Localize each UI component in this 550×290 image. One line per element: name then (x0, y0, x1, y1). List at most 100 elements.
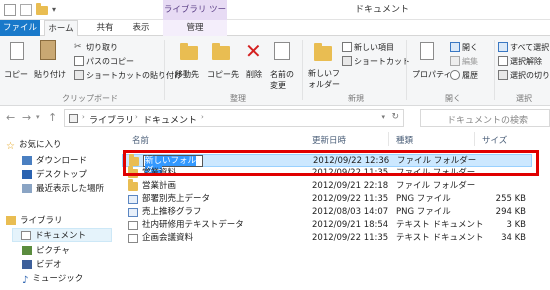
edit-button[interactable]: 編集 (462, 56, 478, 67)
nav-libraries[interactable]: ライブラリ (6, 214, 63, 228)
new-folder-button-icon (314, 43, 332, 61)
table-row[interactable]: 売上推移グラフ 2012/08/03 14:07 PNG ファイル 294 KB (122, 206, 532, 219)
navigation-pane: ☆ お気に入り ダウンロード デスクトップ 最近表示した場所 ライブラリ ドキュメ… (0, 130, 118, 290)
history-icon (450, 70, 460, 80)
cell-modified: 2012/09/21 22:18 (312, 181, 389, 191)
text-file-icon (128, 234, 138, 243)
music-icon: ♪ (22, 275, 29, 286)
open-icon (450, 42, 460, 52)
open-button[interactable]: 開く (462, 42, 478, 53)
scissors-icon: ✂ (74, 42, 82, 52)
nav-pictures[interactable]: ピクチャ (22, 244, 70, 258)
copy-path-button[interactable]: パスのコピー (86, 56, 134, 67)
column-header-modified[interactable]: 更新日時 (312, 134, 346, 146)
select-all-icon (498, 42, 508, 52)
paste-icon (40, 40, 56, 60)
address-dropdown-icon[interactable]: ▾ (381, 113, 385, 121)
new-item-button[interactable]: 新しい項目 (354, 42, 394, 53)
text-file-icon (128, 221, 138, 230)
ribbon-tabs: ファイル ホーム 共有 表示 管理 (0, 20, 550, 37)
library-icon (6, 216, 16, 225)
back-icon[interactable]: ← (6, 111, 15, 124)
videos-icon (22, 260, 32, 269)
column-header-type[interactable]: 種類 (396, 134, 413, 146)
chevron-down-icon[interactable]: ▾ (52, 4, 64, 16)
paste-shortcut-button[interactable]: ショートカットの貼り付け (86, 70, 182, 81)
table-row[interactable]: 企画会議資料 2012/09/22 11:35 テキスト ドキュメント 34 KB (122, 232, 532, 245)
nav-desktop[interactable]: デスクトップ (22, 168, 87, 182)
move-to-icon (180, 43, 198, 60)
copy-to-icon (212, 43, 230, 60)
table-row[interactable]: 部署別売上データ 2012/09/22 11:35 PNG ファイル 255 KB (122, 193, 532, 206)
tab-view[interactable]: 表示 (126, 20, 156, 36)
recent-places-icon (22, 184, 32, 193)
delete-button[interactable]: 削除 (246, 69, 262, 80)
search-input[interactable]: ドキュメントの検索 (420, 109, 550, 127)
select-all-button[interactable]: すべて選択 (510, 42, 549, 53)
invert-selection-button[interactable]: 選択の切り (510, 70, 550, 81)
new-folder-icon[interactable] (36, 3, 48, 15)
download-icon (22, 156, 32, 165)
breadcrumb-libraries[interactable]: ライブラリ (89, 113, 134, 126)
select-none-button[interactable]: 選択解除 (510, 56, 542, 67)
pictures-icon (22, 246, 32, 255)
nav-documents[interactable]: ドキュメント (12, 228, 112, 242)
copy-icon (10, 42, 24, 60)
column-header-name[interactable]: 名前 (132, 134, 149, 146)
tab-file[interactable]: ファイル (0, 20, 40, 36)
up-icon[interactable]: ↑ (48, 111, 57, 124)
open-group-label: 開く (445, 94, 461, 103)
nav-downloads[interactable]: ダウンロード (22, 154, 87, 168)
move-to-button[interactable]: 移動先 (175, 69, 199, 80)
paste-button[interactable]: 貼り付け (34, 69, 66, 80)
properties-icon[interactable] (20, 4, 32, 16)
forward-icon[interactable]: → (22, 111, 31, 124)
cell-type: PNG ファイル (396, 194, 451, 204)
folder-icon (128, 179, 138, 191)
image-icon (128, 208, 138, 217)
recent-dropdown-icon[interactable]: ▾ (36, 113, 40, 121)
copy-button[interactable]: コピー (4, 69, 28, 80)
history-button[interactable]: 履歴 (462, 70, 478, 81)
properties-button-icon (420, 42, 434, 60)
new-folder-button[interactable]: 新しいフォルダー (308, 68, 344, 90)
tab-manage[interactable]: 管理 (163, 20, 227, 36)
select-group-label: 選択 (516, 94, 532, 103)
desktop-icon (22, 170, 32, 179)
shortcut-button[interactable]: ショートカット (354, 56, 410, 67)
highlight-annotation (123, 150, 539, 176)
cell-type: テキスト ドキュメント (396, 220, 484, 230)
nav-favorites[interactable]: ☆ お気に入り (6, 138, 61, 152)
cell-type: ファイル フォルダー (396, 181, 476, 191)
search-placeholder: ドキュメントの検索 (447, 116, 529, 126)
breadcrumb-separator-icon: › (82, 113, 85, 121)
nav-recent[interactable]: 最近表示した場所 (22, 182, 104, 196)
cell-name: 企画会議資料 (142, 233, 194, 243)
nav-music[interactable]: ♪ ミュージック (22, 272, 83, 286)
cell-size: 294 KB (495, 207, 526, 217)
library-path-icon (69, 114, 78, 123)
cell-type: PNG ファイル (396, 207, 451, 217)
rename-button[interactable]: 名前の変更 (270, 69, 298, 91)
window-title: ドキュメント (355, 5, 410, 15)
nav-videos[interactable]: ビデオ (22, 258, 62, 272)
refresh-icon[interactable]: ↻ (391, 112, 399, 122)
tab-home[interactable]: ホーム (44, 20, 78, 37)
cell-name: 営業計画 (142, 181, 177, 191)
edit-icon (450, 56, 460, 66)
table-row[interactable]: 営業計画 2012/09/21 22:18 ファイル フォルダー (122, 179, 532, 193)
cut-button[interactable]: 切り取り (86, 42, 118, 53)
tab-share[interactable]: 共有 (90, 20, 120, 36)
table-row[interactable]: 社内研修用テキストデータ 2012/09/21 18:54 テキスト ドキュメント 3… (122, 219, 532, 232)
new-group-label: 新規 (348, 94, 364, 103)
paste-shortcut-icon (74, 70, 84, 80)
column-header-size[interactable]: サイズ (482, 134, 507, 146)
cell-type: テキスト ドキュメント (396, 233, 484, 243)
breadcrumb-documents[interactable]: ドキュメント (143, 113, 197, 126)
breadcrumb-separator-icon: › (135, 113, 138, 121)
cell-modified: 2012/09/21 18:54 (312, 220, 389, 230)
copy-to-button[interactable]: コピー先 (207, 69, 239, 80)
address-box[interactable]: › ライブラリ › ドキュメント › ▾ ↻ (64, 109, 404, 127)
properties-button[interactable]: プロパティ (412, 69, 452, 80)
breadcrumb-separator-icon: › (201, 113, 204, 121)
